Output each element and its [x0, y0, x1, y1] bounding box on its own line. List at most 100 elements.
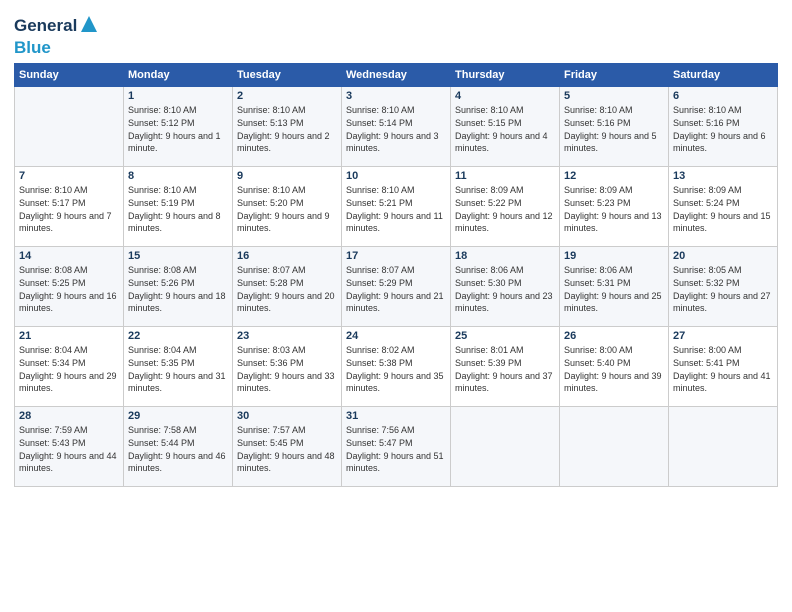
calendar-cell: 29 Sunrise: 7:58 AMSunset: 5:44 PMDayligh… [124, 407, 233, 487]
header-thursday: Thursday [451, 64, 560, 87]
day-number: 16 [237, 250, 337, 262]
calendar-cell: 9 Sunrise: 8:10 AMSunset: 5:20 PMDaylight… [233, 167, 342, 247]
day-number: 1 [128, 90, 228, 102]
calendar-week-row: 7 Sunrise: 8:10 AMSunset: 5:17 PMDaylight… [15, 167, 778, 247]
day-info: Sunrise: 8:10 AMSunset: 5:16 PMDaylight:… [564, 104, 664, 154]
day-info: Sunrise: 8:07 AMSunset: 5:28 PMDaylight:… [237, 264, 337, 314]
day-info: Sunrise: 8:10 AMSunset: 5:16 PMDaylight:… [673, 104, 773, 154]
day-info: Sunrise: 8:00 AMSunset: 5:41 PMDaylight:… [673, 344, 773, 394]
day-info: Sunrise: 8:02 AMSunset: 5:38 PMDaylight:… [346, 344, 446, 394]
day-info: Sunrise: 8:10 AMSunset: 5:20 PMDaylight:… [237, 184, 337, 234]
calendar-cell: 30 Sunrise: 7:57 AMSunset: 5:45 PMDayligh… [233, 407, 342, 487]
day-info: Sunrise: 8:10 AMSunset: 5:21 PMDaylight:… [346, 184, 446, 234]
day-number: 24 [346, 330, 446, 342]
calendar-cell: 1 Sunrise: 8:10 AMSunset: 5:12 PMDaylight… [124, 87, 233, 167]
day-info: Sunrise: 8:06 AMSunset: 5:30 PMDaylight:… [455, 264, 555, 314]
day-number: 27 [673, 330, 773, 342]
calendar-cell: 18Sunrise: 8:06 AMSunset: 5:30 PMDayligh… [451, 247, 560, 327]
day-number: 30 [237, 410, 337, 422]
calendar-cell: 2Sunrise: 8:10 AMSunset: 5:13 PMDaylight… [233, 87, 342, 167]
day-number: 5 [564, 90, 664, 102]
header-wednesday: Wednesday [342, 64, 451, 87]
calendar-cell [669, 407, 778, 487]
calendar-table: Sunday Monday Tuesday Wednesday Thursday… [14, 63, 778, 487]
calendar-cell: 12Sunrise: 8:09 AMSunset: 5:23 PMDayligh… [560, 167, 669, 247]
day-info: Sunrise: 8:04 AMSunset: 5:35 PMDaylight:… [128, 344, 228, 394]
calendar-cell: 31Sunrise: 7:56 AMSunset: 5:47 PMDayligh… [342, 407, 451, 487]
day-number: 9 [237, 170, 337, 182]
day-info: Sunrise: 8:10 AMSunset: 5:15 PMDaylight:… [455, 104, 555, 154]
calendar-cell: 8 Sunrise: 8:10 AMSunset: 5:19 PMDaylight… [124, 167, 233, 247]
calendar-week-row: 21 Sunrise: 8:04 AMSunset: 5:34 PMDayligh… [15, 327, 778, 407]
calendar-cell: 6 Sunrise: 8:10 AMSunset: 5:16 PMDaylight… [669, 87, 778, 167]
calendar-cell [15, 87, 124, 167]
day-info: Sunrise: 8:08 AMSunset: 5:26 PMDaylight:… [128, 264, 228, 314]
day-number: 21 [19, 330, 119, 342]
day-number: 4 [455, 90, 555, 102]
calendar-cell: 24 Sunrise: 8:02 AMSunset: 5:38 PMDayligh… [342, 327, 451, 407]
calendar-cell: 21 Sunrise: 8:04 AMSunset: 5:34 PMDayligh… [15, 327, 124, 407]
calendar-cell: 14 Sunrise: 8:08 AMSunset: 5:25 PMDayligh… [15, 247, 124, 327]
day-info: Sunrise: 8:09 AMSunset: 5:24 PMDaylight:… [673, 184, 773, 234]
calendar-cell: 3 Sunrise: 8:10 AMSunset: 5:14 PMDaylight… [342, 87, 451, 167]
day-number: 19 [564, 250, 664, 262]
header-sunday: Sunday [15, 64, 124, 87]
calendar-cell: 7 Sunrise: 8:10 AMSunset: 5:17 PMDaylight… [15, 167, 124, 247]
day-number: 3 [346, 90, 446, 102]
day-info: Sunrise: 8:04 AMSunset: 5:34 PMDaylight:… [19, 344, 119, 394]
day-info: Sunrise: 7:57 AMSunset: 5:45 PMDaylight:… [237, 424, 337, 474]
day-number: 23 [237, 330, 337, 342]
day-number: 15 [128, 250, 228, 262]
day-number: 12 [564, 170, 664, 182]
day-info: Sunrise: 8:00 AMSunset: 5:40 PMDaylight:… [564, 344, 664, 394]
calendar-cell: 22 Sunrise: 8:04 AMSunset: 5:35 PMDayligh… [124, 327, 233, 407]
day-number: 28 [19, 410, 119, 422]
header-friday: Friday [560, 64, 669, 87]
day-number: 25 [455, 330, 555, 342]
calendar-cell: 20 Sunrise: 8:05 AMSunset: 5:32 PMDayligh… [669, 247, 778, 327]
calendar-cell: 23 Sunrise: 8:03 AMSunset: 5:36 PMDayligh… [233, 327, 342, 407]
logo: General Blue [14, 14, 99, 57]
calendar-cell: 17 Sunrise: 8:07 AMSunset: 5:29 PMDayligh… [342, 247, 451, 327]
day-number: 7 [19, 170, 119, 182]
calendar-container: General Blue Sunday Monday Tuesday Wedne… [0, 0, 792, 497]
day-info: Sunrise: 8:07 AMSunset: 5:29 PMDaylight:… [346, 264, 446, 314]
calendar-cell: 10 Sunrise: 8:10 AMSunset: 5:21 PMDayligh… [342, 167, 451, 247]
day-number: 6 [673, 90, 773, 102]
day-info: Sunrise: 8:06 AMSunset: 5:31 PMDaylight:… [564, 264, 664, 314]
day-info: Sunrise: 7:58 AMSunset: 5:44 PMDaylight:… [128, 424, 228, 474]
day-number: 22 [128, 330, 228, 342]
day-number: 8 [128, 170, 228, 182]
day-number: 20 [673, 250, 773, 262]
header-tuesday: Tuesday [233, 64, 342, 87]
day-info: Sunrise: 8:10 AMSunset: 5:19 PMDaylight:… [128, 184, 228, 234]
day-info: Sunrise: 8:03 AMSunset: 5:36 PMDaylight:… [237, 344, 337, 394]
calendar-cell: 5 Sunrise: 8:10 AMSunset: 5:16 PMDaylight… [560, 87, 669, 167]
day-number: 14 [19, 250, 119, 262]
calendar-cell: 4 Sunrise: 8:10 AMSunset: 5:15 PMDaylight… [451, 87, 560, 167]
day-number: 29 [128, 410, 228, 422]
calendar-cell: 15 Sunrise: 8:08 AMSunset: 5:26 PMDayligh… [124, 247, 233, 327]
day-info: Sunrise: 8:05 AMSunset: 5:32 PMDaylight:… [673, 264, 773, 314]
logo-icon [79, 14, 99, 39]
day-info: Sunrise: 8:10 AMSunset: 5:14 PMDaylight:… [346, 104, 446, 154]
day-info: Sunrise: 8:08 AMSunset: 5:25 PMDaylight:… [19, 264, 119, 314]
calendar-cell [451, 407, 560, 487]
calendar-cell: 16 Sunrise: 8:07 AMSunset: 5:28 PMDayligh… [233, 247, 342, 327]
day-number: 10 [346, 170, 446, 182]
calendar-cell: 28 Sunrise: 7:59 AMSunset: 5:43 PMDayligh… [15, 407, 124, 487]
calendar-cell: 25Sunrise: 8:01 AMSunset: 5:39 PMDayligh… [451, 327, 560, 407]
calendar-header: Sunday Monday Tuesday Wednesday Thursday… [15, 64, 778, 87]
weekday-header-row: Sunday Monday Tuesday Wednesday Thursday… [15, 64, 778, 87]
day-info: Sunrise: 7:56 AMSunset: 5:47 PMDaylight:… [346, 424, 446, 474]
day-info: Sunrise: 8:10 AMSunset: 5:12 PMDaylight:… [128, 104, 228, 154]
calendar-week-row: 14 Sunrise: 8:08 AMSunset: 5:25 PMDayligh… [15, 247, 778, 327]
day-info: Sunrise: 8:09 AMSunset: 5:22 PMDaylight:… [455, 184, 555, 234]
calendar-cell: 11Sunrise: 8:09 AMSunset: 5:22 PMDayligh… [451, 167, 560, 247]
calendar-cell: 26Sunrise: 8:00 AMSunset: 5:40 PMDayligh… [560, 327, 669, 407]
day-number: 17 [346, 250, 446, 262]
header-monday: Monday [124, 64, 233, 87]
day-info: Sunrise: 7:59 AMSunset: 5:43 PMDaylight:… [19, 424, 119, 474]
day-info: Sunrise: 8:10 AMSunset: 5:17 PMDaylight:… [19, 184, 119, 234]
day-number: 13 [673, 170, 773, 182]
